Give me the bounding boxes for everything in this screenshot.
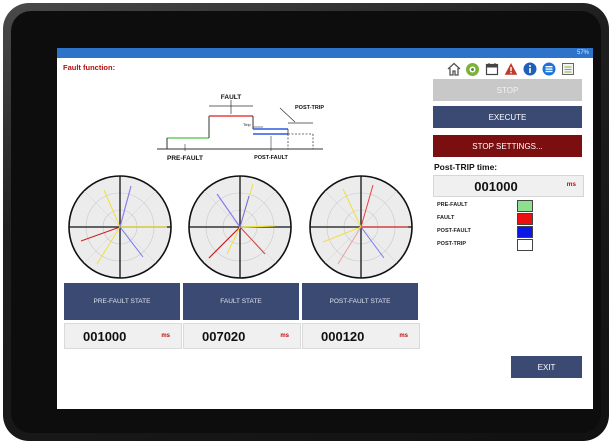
fault-time-value: 007020 — [202, 329, 246, 344]
legend-swatch[interactable] — [517, 200, 533, 212]
post-trip-time-value: 001000 — [474, 179, 518, 194]
pre-fault-time-unit: ms — [161, 333, 170, 339]
color-legend: PRE-FAULT FAULT POST-FAULT POST-TRIP — [437, 200, 582, 252]
post-fault-time-unit: ms — [399, 333, 408, 339]
phasor-diagram-post-fault — [309, 175, 413, 279]
menu-icon[interactable] — [541, 62, 556, 77]
post-fault-time-value: 000120 — [321, 329, 365, 344]
legend-item-fault: FAULT — [437, 213, 582, 226]
legend-label: POST-TRIP — [437, 241, 467, 247]
stop-settings-button[interactable]: STOP SETTINGS... — [433, 135, 582, 157]
post-fault-time-field[interactable]: 000120 ms — [302, 323, 420, 349]
legend-swatch[interactable] — [517, 213, 533, 225]
page-title: Fault function: — [63, 63, 116, 72]
battery-status: 57% — [576, 50, 589, 56]
fault-time-unit: ms — [280, 333, 289, 339]
home-icon[interactable] — [446, 62, 461, 77]
legend-swatch[interactable] — [517, 226, 533, 238]
toolbar — [446, 59, 575, 79]
notes-icon[interactable] — [560, 62, 575, 77]
fault-time-field[interactable]: 007020 ms — [183, 323, 301, 349]
legend-swatch[interactable] — [517, 239, 533, 251]
diagram-label-post-trip: POST-TRIP — [295, 105, 324, 111]
legend-label: PRE-FAULT — [437, 202, 468, 208]
pre-fault-state-button[interactable]: PRE-FAULT STATE — [64, 283, 180, 320]
phasor-diagram-fault — [188, 175, 292, 279]
fault-state-button[interactable]: FAULT STATE — [183, 283, 299, 320]
warning-icon[interactable] — [503, 62, 518, 77]
fault-sequence-diagram: FAULT POST-TRIP Ttrip PRE-FAULT POST-FAU… — [157, 94, 324, 162]
legend-item-pre-fault: PRE-FAULT — [437, 200, 582, 213]
post-fault-state-button[interactable]: POST-FAULT STATE — [302, 283, 418, 320]
pre-fault-time-field[interactable]: 001000 ms — [64, 323, 182, 349]
diagram-label-pre-fault: PRE-FAULT — [167, 155, 203, 162]
settings-icon[interactable] — [465, 62, 480, 77]
diagram-label-fault: FAULT — [221, 94, 241, 101]
legend-label: POST-FAULT — [437, 228, 471, 234]
pre-fault-time-value: 001000 — [83, 329, 127, 344]
diagram-label-ttrip: Ttrip — [243, 123, 251, 127]
phasor-diagram-pre-fault — [68, 175, 172, 279]
execute-button[interactable]: EXECUTE — [433, 106, 582, 128]
app-screen: 57% Fault function: STOP EXECUTE STOP SE… — [57, 48, 593, 409]
post-trip-time-label: Post-TRIP time: — [434, 162, 498, 172]
calendar-icon[interactable] — [484, 62, 499, 77]
legend-item-post-fault: POST-FAULT — [437, 226, 582, 239]
diagram-label-post-fault: POST-FAULT — [254, 155, 288, 161]
post-trip-time-field[interactable]: 001000 ms — [433, 175, 584, 197]
post-trip-time-unit: ms — [566, 181, 576, 188]
legend-label: FAULT — [437, 215, 455, 221]
info-icon[interactable] — [522, 62, 537, 77]
status-bar: 57% — [57, 48, 593, 58]
legend-item-post-trip: POST-TRIP — [437, 239, 582, 252]
exit-button[interactable]: EXIT — [511, 356, 582, 378]
stop-button[interactable]: STOP — [433, 79, 582, 101]
